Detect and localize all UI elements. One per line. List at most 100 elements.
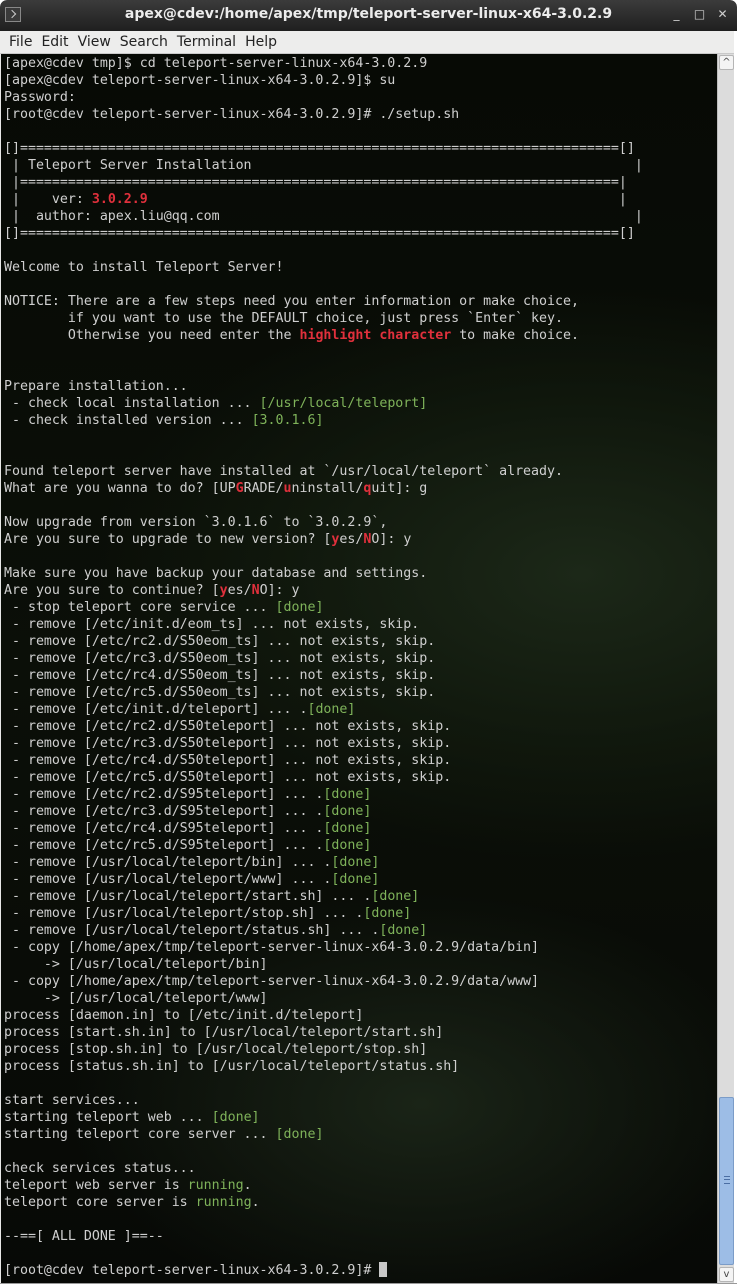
terminal-line: Otherwise you need enter the highlight c… xyxy=(4,327,643,344)
line-text: Now upgrade from version `3.0.1.6` to `3… xyxy=(4,515,388,530)
terminal-line: --==[ ALL DONE ]==-- xyxy=(4,1228,643,1245)
line-text: O]: y xyxy=(371,532,412,547)
menu-bar: File Edit View Search Terminal Help xyxy=(0,31,737,54)
line-text: []======================================… xyxy=(4,141,635,156)
close-button[interactable]: ✕ xyxy=(716,7,729,21)
status-text: running xyxy=(187,1178,244,1193)
menu-file[interactable]: File xyxy=(0,31,36,51)
terminal-line: - remove [/etc/rc2.d/S50eom_ts] ... not … xyxy=(4,633,643,650)
line-text: - remove [/usr/local/teleport/stop.sh] .… xyxy=(4,906,364,921)
line-text: Otherwise you need enter the xyxy=(4,328,300,343)
highlight-text: u xyxy=(283,481,292,496)
title-bar[interactable]: apex@cdev:/home/apex/tmp/teleport-server… xyxy=(0,0,737,31)
line-text: to make choice. xyxy=(451,328,579,343)
menu-view[interactable]: View xyxy=(73,31,115,51)
terminal-line: - check local installation ... [/usr/loc… xyxy=(4,395,643,412)
line-text: What are you wanna to do? [UP xyxy=(4,481,236,496)
status-text: [done] xyxy=(307,702,356,717)
line-text: es/ xyxy=(339,532,364,547)
line-text: starting teleport web ... xyxy=(4,1110,212,1125)
line-text: [root@cdev teleport-server-linux-x64-3.0… xyxy=(4,1263,380,1278)
line-text: start services... xyxy=(4,1093,140,1108)
terminal-cursor xyxy=(379,1262,388,1277)
status-text: [done] xyxy=(211,1110,260,1125)
status-text: [done] xyxy=(371,889,420,904)
line-text: - remove [/etc/rc3.d/S95teleport] ... . xyxy=(4,804,324,819)
terminal-line: [apex@cdev tmp]$ cd teleport-server-linu… xyxy=(4,55,643,72)
status-text: [done] xyxy=(379,923,428,938)
line-text: - remove [/etc/init.d/teleport] ... . xyxy=(4,702,308,717)
terminal-line: NOTICE: There are a few steps need you e… xyxy=(4,293,643,310)
line-text: [apex@cdev teleport-server-linux-x64-3.0… xyxy=(4,73,396,88)
terminal-line: - remove [/etc/rc3.d/S50teleport] ... no… xyxy=(4,735,643,752)
maximize-button[interactable]: □ xyxy=(693,7,706,21)
minimize-button[interactable]: _ xyxy=(670,7,683,21)
window-title: apex@cdev:/home/apex/tmp/teleport-server… xyxy=(124,6,613,22)
status-text: [done] xyxy=(331,855,380,870)
terminal-line: - check installed version ... [3.0.1.6] xyxy=(4,412,643,429)
terminal-line: if you want to use the DEFAULT choice, j… xyxy=(4,310,643,327)
line-text: process [status.sh.in] to [/usr/local/te… xyxy=(4,1059,460,1074)
line-text: NOTICE: There are a few steps need you e… xyxy=(4,294,579,309)
line-text: Make sure you have backup your database … xyxy=(4,566,428,581)
line-text: - remove [/usr/local/teleport/status.sh]… xyxy=(4,923,380,938)
window-frame-bottom xyxy=(0,1283,737,1288)
menu-edit[interactable]: Edit xyxy=(36,31,72,51)
terminal-line: check services status... xyxy=(4,1160,643,1177)
menu-terminal[interactable]: Terminal xyxy=(172,31,240,51)
terminal-line: |=======================================… xyxy=(4,174,643,191)
terminal-line: - copy [/home/apex/tmp/teleport-server-l… xyxy=(4,973,643,990)
line-text: process [stop.sh.in] to [/usr/local/tele… xyxy=(4,1042,428,1057)
terminal-line: [root@cdev teleport-server-linux-x64-3.0… xyxy=(4,1262,643,1279)
terminal-line: - remove [/etc/rc5.d/S95teleport] ... .[… xyxy=(4,837,643,854)
scroll-up-button[interactable]: ^ xyxy=(719,55,734,70)
line-text: starting teleport core server ... xyxy=(4,1127,276,1142)
line-text: process [start.sh.in] to [/usr/local/tel… xyxy=(4,1025,444,1040)
line-text: - remove [/usr/local/teleport/start.sh] … xyxy=(4,889,372,904)
terminal-line: process [daemon.in] to [/etc/init.d/tele… xyxy=(4,1007,643,1024)
terminal-line: - remove [/etc/rc5.d/S50eom_ts] ... not … xyxy=(4,684,643,701)
line-text: | ver: xyxy=(4,192,92,207)
line-text: . xyxy=(251,1195,260,1210)
status-text: [done] xyxy=(363,906,412,921)
terminal-line: What are you wanna to do? [UPGRADE/unins… xyxy=(4,480,643,497)
line-text: - copy [/home/apex/tmp/teleport-server-l… xyxy=(4,974,540,989)
window-controls: _ □ ✕ xyxy=(670,7,729,21)
line-text: if you want to use the DEFAULT choice, j… xyxy=(4,311,563,326)
highlight-text: highlight character xyxy=(299,328,452,343)
menu-search[interactable]: Search xyxy=(115,31,172,51)
scrollbar-thumb[interactable] xyxy=(719,1097,734,1265)
terminal-line: []======================================… xyxy=(4,140,643,157)
menu-help[interactable]: Help xyxy=(240,31,281,51)
terminal-line: - remove [/usr/local/teleport/www] ... .… xyxy=(4,871,643,888)
terminal-line: - remove [/etc/rc4.d/S50teleport] ... no… xyxy=(4,752,643,769)
highlight-text: 3.0.2.9 xyxy=(91,192,148,207)
status-text: [done] xyxy=(275,1127,324,1142)
vertical-scrollbar[interactable]: ^ v xyxy=(717,54,735,1283)
scroll-down-button[interactable]: v xyxy=(719,1267,734,1282)
line-text: -> [/usr/local/teleport/bin] xyxy=(4,957,268,972)
highlight-text: y xyxy=(219,583,228,598)
terminal-window: apex@cdev:/home/apex/tmp/teleport-server… xyxy=(0,0,737,1288)
terminal-line: - remove [/etc/rc4.d/S50eom_ts] ... not … xyxy=(4,667,643,684)
line-text: -> [/usr/local/teleport/www] xyxy=(4,991,268,1006)
status-text: [done] xyxy=(275,600,324,615)
terminal-line: - copy [/home/apex/tmp/teleport-server-l… xyxy=(4,939,643,956)
terminal-line: []======================================… xyxy=(4,225,643,242)
status-text: [3.0.1.6] xyxy=(251,413,324,428)
line-text: - check local installation ... xyxy=(4,396,260,411)
terminal-line: start services... xyxy=(4,1092,643,1109)
line-text: - remove [/etc/rc4.d/S95teleport] ... . xyxy=(4,821,324,836)
line-text: Password: xyxy=(4,90,76,105)
terminal-line: Found teleport server have installed at … xyxy=(4,463,643,480)
terminal-output[interactable]: [apex@cdev tmp]$ cd teleport-server-linu… xyxy=(1,54,717,1283)
status-text: running xyxy=(195,1195,252,1210)
status-text: [done] xyxy=(323,838,372,853)
